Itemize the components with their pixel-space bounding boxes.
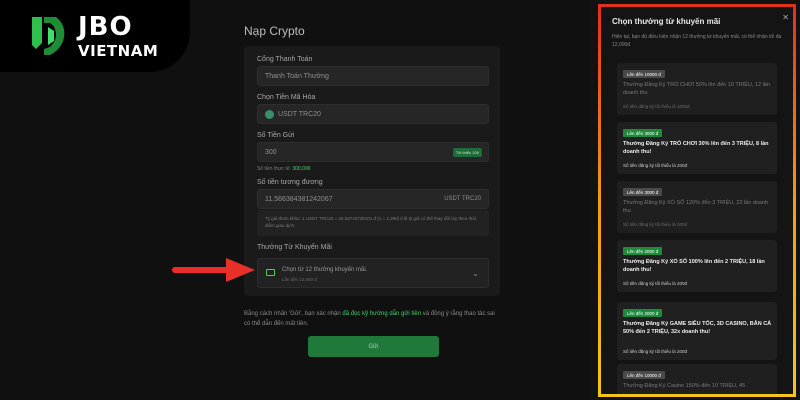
promo-card-4[interactable]: Lên đến 2000 đ Thưởng Đăng Ký XỔ SỐ 100%… xyxy=(617,240,777,292)
promo-main-text: Chọn từ 12 thưởng khuyến mãi. xyxy=(282,267,368,273)
promo-card-title: Thưởng Đăng Ký XỔ SỐ 120% đến 3 TRIỆU, 2… xyxy=(623,200,769,214)
actual-amount-note: Số tiền thực tế: 300.000 xyxy=(257,166,310,172)
promo-card-tag: Lên đến 10000 đ xyxy=(623,371,665,379)
actual-amount-value: 300.000 xyxy=(292,166,311,172)
red-arrow-icon xyxy=(172,258,255,282)
promo-card-min: Số tiền đăng ký tối thiểu là 200đ xyxy=(623,222,688,227)
promo-card-tag: Lên đến 3000 đ xyxy=(623,129,663,137)
coin-select[interactable]: USDT TRC20 xyxy=(257,104,489,124)
gateway-select[interactable]: Thanh Toán Thường xyxy=(257,66,489,86)
modal-title: Chọn thưởng từ khuyến mãi xyxy=(612,17,721,26)
promo-card-title: Thưởng Đăng Ký TRÒ CHƠI 50% lên đến 10 T… xyxy=(623,82,770,96)
promo-label: Thưởng Từ Khuyến Mãi xyxy=(257,244,332,251)
promo-card-title: Thưởng Đăng Ký TRÒ CHƠI 30% lên đến 3 TR… xyxy=(623,141,769,155)
promo-modal: ✕ Chọn thưởng từ khuyến mãi Hiện tại, bạ… xyxy=(598,4,796,397)
usdt-coin-icon xyxy=(265,109,274,119)
equivalent-value: 11.566384381242067 xyxy=(265,195,333,203)
gateway-value: Thanh Toán Thường xyxy=(265,72,329,80)
promo-card-tag: Lên đến 2000 đ xyxy=(623,309,663,317)
promo-card-tag: Lên đến 10000 đ xyxy=(623,70,665,78)
jbo-mark-icon xyxy=(28,13,68,59)
exchange-rate-note: Tỷ giá tham khảo: 1 USDT TRC20 = 25.9374… xyxy=(257,210,489,236)
amount-label: Số Tiền Gửi xyxy=(257,132,295,139)
submit-button[interactable]: Gửi xyxy=(308,336,439,357)
promo-sub-text: Lần tiền 12.000 đ xyxy=(282,277,317,282)
promo-card-tag: Lên đến 3000 đ xyxy=(623,188,663,196)
promo-select[interactable]: Chọn từ 12 thưởng khuyến mãi. Lần tiền 1… xyxy=(257,258,489,288)
promo-card-2[interactable]: Lên đến 3000 đ Thưởng Đăng Ký TRÒ CHƠI 3… xyxy=(617,122,777,174)
promo-card-min: Số tiền đăng ký tối thiểu là 200đ xyxy=(623,281,688,286)
page-title: Nạp Crypto xyxy=(244,24,305,38)
equivalent-label: Số tiền tương đương xyxy=(257,179,323,186)
amount-input[interactable]: 300 Tối thiểu 100 xyxy=(257,142,489,162)
gateway-label: Cổng Thanh Toán xyxy=(257,56,313,63)
promo-card-6[interactable]: Lên đến 10000 đ Thưởng Đăng Ký Casino 15… xyxy=(617,364,777,394)
deposit-guide-link[interactable]: đã đọc kỹ hướng dẫn gửi tiền xyxy=(342,311,421,317)
promo-card-5[interactable]: Lên đến 2000 đ Thưởng Đăng Ký GAME SIÊU … xyxy=(617,302,777,360)
chevron-down-icon: ⌄ xyxy=(472,269,479,278)
promo-card-title: Thưởng Đăng Ký GAME SIÊU TỐC, 3D CASINO,… xyxy=(623,321,772,335)
promo-card-min: Số tiền đăng ký tối thiểu là 1000đ xyxy=(623,104,690,109)
min-amount-badge: Tối thiểu 100 xyxy=(452,148,482,157)
promo-card-1[interactable]: Lên đến 10000 đ Thưởng Đăng Ký TRÒ CHƠI … xyxy=(617,63,777,115)
promo-card-tag: Lên đến 2000 đ xyxy=(623,247,663,255)
equivalent-field: 11.566384381242067 USDT TRC20 xyxy=(257,189,489,209)
promo-card-min: Số tiền đăng ký tối thiểu là 200đ xyxy=(623,349,688,354)
actual-amount-prefix: Số tiền thực tế: xyxy=(257,166,291,172)
promo-card-title: Thưởng Đăng Ký XỔ SỐ 100% lên đến 2 TRIỆ… xyxy=(623,259,765,273)
logo-sub-text: VIETNAM xyxy=(78,41,159,60)
coin-label: Chọn Tiền Mã Hóa xyxy=(257,94,316,101)
promo-card-3[interactable]: Lên đến 3000 đ Thưởng Đăng Ký XỔ SỐ 120%… xyxy=(617,181,777,233)
agreement-text: Bằng cách nhấn 'Gửi', bạn xác nhận đã đọ… xyxy=(244,310,500,329)
equivalent-unit: USDT TRC20 xyxy=(444,196,481,202)
close-icon[interactable]: ✕ xyxy=(782,13,789,22)
deposit-form: Cổng Thanh Toán Thanh Toán Thường Chọn T… xyxy=(244,46,500,296)
amount-value: 300 xyxy=(265,148,277,156)
coin-value: USDT TRC20 xyxy=(278,110,321,118)
promo-card-min: Số tiền đăng ký tối thiểu là 200đ xyxy=(623,163,688,168)
gift-card-icon xyxy=(266,269,275,276)
agree-prefix: Bằng cách nhấn 'Gửi', bạn xác nhận xyxy=(244,311,341,317)
modal-description: Hiện tại, bạn đủ điều kiện nhận 12 thưởn… xyxy=(612,34,782,48)
logo-brand-text: JBO xyxy=(78,11,133,42)
jbo-logo: JBO VIETNAM xyxy=(0,0,190,72)
promo-card-title: Thưởng Đăng Ký Casino 150% đến 10 TRIỆU,… xyxy=(623,383,746,389)
